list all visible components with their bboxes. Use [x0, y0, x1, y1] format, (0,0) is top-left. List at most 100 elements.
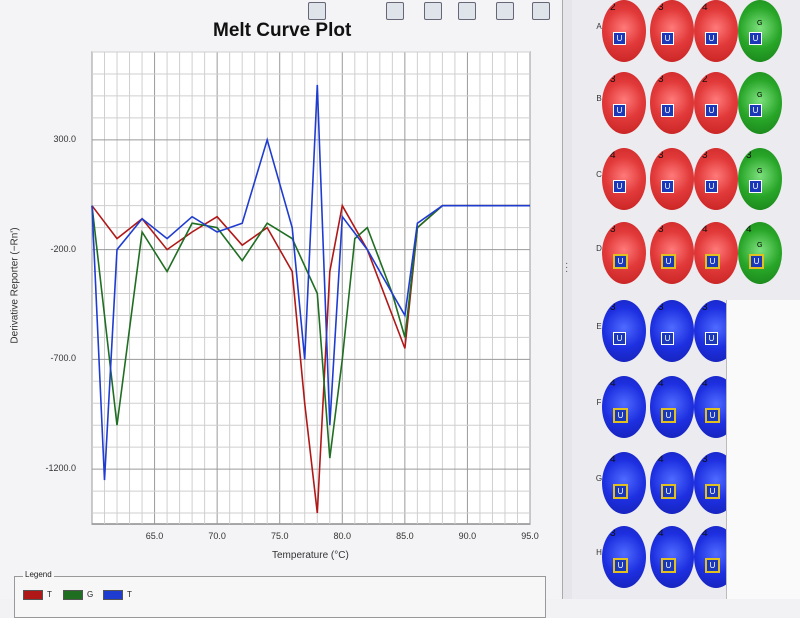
well-replicate-count: 4: [610, 454, 616, 465]
well-replicate-count: 4: [702, 224, 708, 235]
well-replicate-count: 3: [702, 302, 708, 313]
well-replicate-count: 3: [658, 224, 664, 235]
plate-well[interactable]: 3U: [602, 72, 646, 134]
unknown-task-icon: U: [705, 558, 720, 573]
unknown-task-icon: U: [661, 180, 674, 193]
well-replicate-count: 3: [658, 74, 664, 85]
well-replicate-count: 2: [702, 74, 708, 85]
well-replicate-count: 4: [658, 378, 664, 389]
plate-well[interactable]: 4U: [602, 148, 646, 210]
legend: Legend T G T: [14, 570, 546, 618]
plate-well[interactable]: 4GU: [738, 222, 782, 284]
unknown-task-icon: U: [705, 104, 718, 117]
plate-well[interactable]: 3U: [650, 72, 694, 134]
unknown-task-icon: U: [705, 332, 718, 345]
y-tick-label: -700.0: [50, 353, 76, 364]
well-replicate-count: 3: [610, 528, 616, 539]
well-target-label: G: [757, 20, 763, 27]
unknown-task-icon: U: [613, 104, 626, 117]
unknown-task-icon: U: [705, 484, 720, 499]
well-target-label: G: [757, 92, 763, 99]
well-replicate-count: 4: [610, 150, 616, 161]
unknown-task-icon: U: [705, 32, 718, 45]
y-tick-label: -1200.0: [45, 463, 76, 474]
well-target-label: G: [757, 168, 763, 175]
plate-well[interactable]: 3U: [602, 526, 646, 588]
unknown-task-icon: U: [661, 408, 676, 423]
plate-well[interactable]: 2U: [602, 0, 646, 62]
well-replicate-count: 3: [702, 150, 708, 161]
y-axis-label: Derivative Reporter (−Rn'): [9, 227, 21, 344]
well-replicate-count: 3: [610, 224, 616, 235]
unknown-task-icon: U: [749, 180, 762, 193]
plate-well[interactable]: 4U: [602, 452, 646, 514]
x-tick-label: 80.0: [333, 531, 352, 541]
unknown-task-icon: U: [613, 254, 628, 269]
unknown-task-icon: U: [661, 32, 674, 45]
well-replicate-count: 2: [610, 2, 616, 13]
unknown-task-icon: U: [661, 332, 674, 345]
well-replicate-count: 3: [658, 150, 664, 161]
unknown-task-icon: U: [705, 254, 720, 269]
plate-well[interactable]: GU: [738, 0, 782, 62]
y-tick-label: 300.0: [53, 133, 76, 144]
plate-well[interactable]: 3U: [602, 222, 646, 284]
unknown-task-icon: U: [705, 180, 718, 193]
plate-well[interactable]: 4U: [650, 526, 694, 588]
unknown-task-icon: U: [661, 254, 676, 269]
plate-well[interactable]: 4U: [694, 0, 738, 62]
unknown-task-icon: U: [661, 558, 676, 573]
plate-well[interactable]: 4U: [650, 452, 694, 514]
unknown-task-icon: U: [749, 104, 762, 117]
x-axis-label: Temperature (°C): [272, 550, 349, 561]
x-tick-label: 75.0: [270, 531, 289, 541]
plate-well[interactable]: 3GU: [738, 148, 782, 210]
plate-well[interactable]: 3U: [650, 0, 694, 62]
plate-well[interactable]: 4U: [694, 222, 738, 284]
well-replicate-count: 4: [610, 378, 616, 389]
plate-well[interactable]: 3U: [694, 148, 738, 210]
plate-well[interactable]: 3U: [650, 148, 694, 210]
unknown-task-icon: U: [661, 484, 676, 499]
x-tick-label: 70.0: [208, 531, 226, 541]
legend-label: G: [87, 590, 94, 600]
well-replicate-count: 3: [610, 302, 616, 313]
unknown-task-icon: U: [749, 32, 762, 45]
well-replicate-count: 4: [702, 528, 708, 539]
well-replicate-count: 4: [658, 528, 664, 539]
plate-well[interactable]: 3U: [650, 222, 694, 284]
well-replicate-count: 3: [610, 74, 616, 85]
y-tick-label: -200.0: [50, 243, 76, 254]
unknown-task-icon: U: [613, 558, 628, 573]
x-tick-label: 95.0: [521, 531, 539, 541]
legend-title: Legend: [23, 570, 54, 579]
legend-label: T: [127, 590, 132, 600]
unknown-task-icon: U: [613, 408, 628, 423]
melt-curve-chart[interactable]: [0, 0, 560, 575]
unknown-task-icon: U: [749, 254, 764, 269]
plate-empty-region: [726, 300, 800, 599]
plate-well[interactable]: GU: [738, 72, 782, 134]
well-replicate-count: 3: [746, 150, 752, 161]
x-tick-label: 65.0: [145, 531, 164, 541]
plate-well[interactable]: 2U: [694, 72, 738, 134]
unknown-task-icon: U: [613, 180, 626, 193]
unknown-task-icon: U: [613, 32, 626, 45]
unknown-task-icon: U: [705, 408, 720, 423]
x-tick-label: 90.0: [458, 531, 477, 541]
unknown-task-icon: U: [613, 332, 626, 345]
well-replicate-count: 4: [658, 454, 664, 465]
x-tick-label: 85.0: [396, 531, 414, 541]
plate-well[interactable]: 3U: [650, 300, 694, 362]
plate-well[interactable]: 3U: [602, 300, 646, 362]
well-replicate-count: 4: [702, 2, 708, 13]
well-replicate-count: 3: [702, 454, 708, 465]
well-replicate-count: 4: [702, 378, 708, 389]
melt-curve-panel: Melt Curve Plot Derivative Reporter (−Rn…: [0, 0, 560, 618]
plate-well[interactable]: 4U: [650, 376, 694, 438]
well-replicate-count: 3: [658, 2, 664, 13]
plate-well[interactable]: 4U: [602, 376, 646, 438]
unknown-task-icon: U: [613, 484, 628, 499]
legend-label: T: [47, 590, 52, 600]
splitter-grip-icon[interactable]: · · ·: [565, 259, 568, 277]
